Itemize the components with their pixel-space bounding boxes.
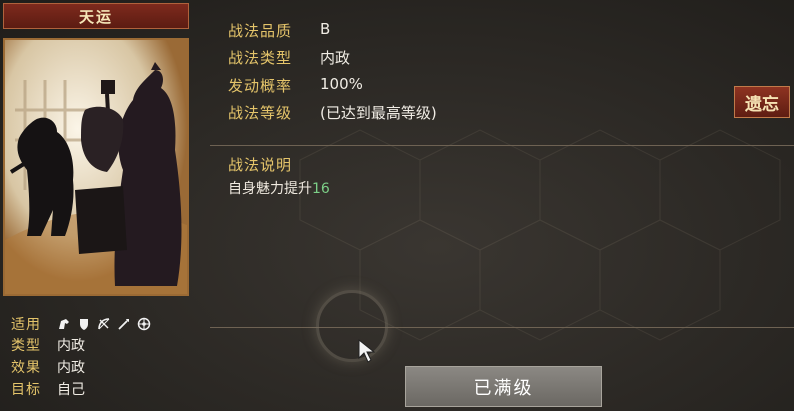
forget-button[interactable]: 遗忘	[734, 86, 790, 118]
cavalry-icon	[59, 319, 69, 329]
skill-level-label: 战法等级	[228, 104, 293, 122]
description-text: 自身魅力提升16	[228, 178, 330, 198]
description-title: 战法说明	[228, 156, 293, 174]
mouse-cursor-icon	[358, 338, 376, 363]
type-row: 类型 内政	[11, 335, 85, 355]
trigger-rate-label: 发动概率	[228, 77, 293, 95]
quality-row: 战法品质 B	[228, 20, 330, 41]
siege-icon	[137, 317, 151, 331]
max-level-button[interactable]: 已满级	[405, 366, 602, 407]
type-label: 类型	[11, 338, 41, 354]
skill-level-row: 战法等级 (已达到最高等级)	[228, 102, 437, 123]
applicable-row: 适用	[11, 314, 151, 334]
skill-type-row: 战法类型 内政	[228, 47, 350, 68]
shield-icon	[80, 319, 88, 330]
skill-name: 天运	[78, 7, 113, 26]
effect-row: 效果 内政	[11, 357, 85, 377]
quality-label: 战法品质	[228, 22, 293, 40]
trigger-rate-value: 100%	[320, 75, 363, 93]
divider-top	[210, 145, 794, 146]
divider-bottom	[210, 327, 794, 328]
effect-label: 效果	[11, 360, 41, 376]
trigger-rate-row: 发动概率 100%	[228, 75, 363, 96]
target-label: 目标	[11, 382, 41, 398]
target-value: 自己	[57, 382, 85, 398]
bow-icon	[98, 318, 110, 330]
quality-value: B	[320, 20, 331, 38]
effect-value: 内政	[57, 360, 85, 376]
skill-level-value: (已达到最高等级)	[320, 104, 437, 122]
skill-type-label: 战法类型	[228, 49, 293, 67]
applicable-label: 适用	[11, 317, 41, 333]
touch-ripple	[316, 290, 388, 362]
spear-icon	[118, 319, 129, 330]
skill-card-art	[3, 38, 189, 296]
target-row: 目标 自己	[11, 379, 85, 399]
type-value: 内政	[57, 338, 85, 354]
silhouette-illustration	[5, 40, 187, 294]
skill-type-value: 内政	[320, 49, 351, 67]
description-body: 自身魅力提升	[228, 181, 312, 197]
description-number: 16	[312, 181, 330, 197]
skill-name-banner: 天运	[3, 3, 189, 29]
